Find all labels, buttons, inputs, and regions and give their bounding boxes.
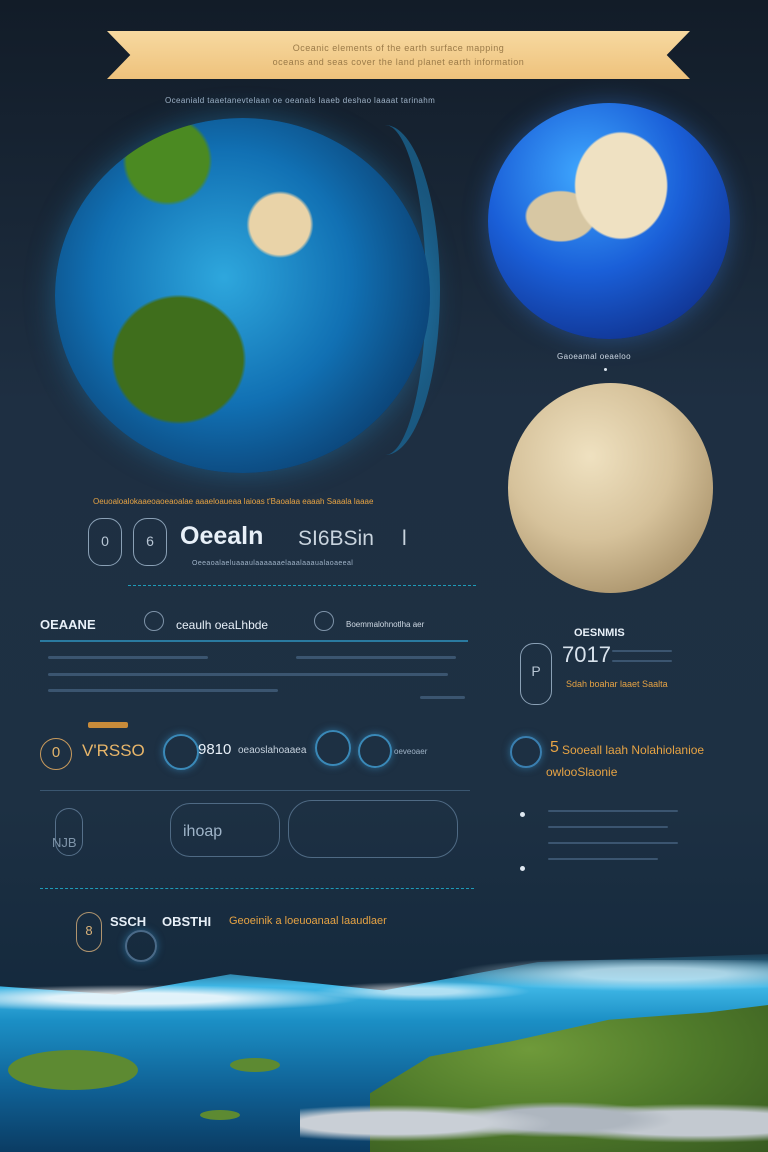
row3-icon-text: 0 xyxy=(51,744,61,761)
bullet-dot xyxy=(520,812,525,817)
stat-small: Sdah boahar laaet Saalta xyxy=(566,679,668,689)
bottom-icon-text: 8 xyxy=(85,923,93,938)
bottom-label-c: Geoeinik a loeuoanaal laaudlaer xyxy=(229,915,387,927)
note-sub: owlooSlaonie xyxy=(546,765,618,779)
row3-label-b: 9810 xyxy=(198,741,232,758)
text-line xyxy=(548,858,658,860)
hero-title-2: SI6BSin xyxy=(298,527,374,550)
hero-small-text: Oeeaoalaeluaaaulaaaaaaelaaalaaaualaoaeea… xyxy=(192,560,354,567)
banner-line-1: Oceanic elements of the earth surface ma… xyxy=(292,43,505,53)
section-label-b: ceaulh oeaLhbde xyxy=(176,618,269,632)
wave-icon[interactable] xyxy=(163,734,199,770)
hero-title: Oeealn xyxy=(180,522,264,550)
earth-globe-small xyxy=(488,103,730,339)
stat-icon-text: P xyxy=(531,663,541,679)
divider-2 xyxy=(40,640,468,642)
text-line xyxy=(548,842,678,844)
row4-label-b: ihoap xyxy=(183,823,223,840)
text-line xyxy=(420,696,465,699)
note-icon[interactable] xyxy=(510,736,542,768)
text-line xyxy=(48,673,448,676)
bottom-globe-icon[interactable] xyxy=(125,930,157,962)
text-line xyxy=(48,656,208,659)
island xyxy=(8,1050,138,1090)
bullet-dot xyxy=(604,368,607,371)
text-line xyxy=(612,660,672,662)
hero-icon-2-text: 6 xyxy=(146,533,154,549)
moon-label: Gaoeamal oeaeloo xyxy=(557,352,632,361)
gold-caption: Oeuoaloalokaaeoaoeaoalae aaaeloaueaa lai… xyxy=(93,497,374,506)
bullet-dot xyxy=(520,866,525,871)
text-line xyxy=(548,810,678,812)
row3-label-c: oeaoslahoaaea xyxy=(238,745,307,756)
note-text: Sooeall laah Nolahiolanioe xyxy=(562,743,705,757)
text-line xyxy=(48,689,278,692)
note-number: 5 xyxy=(550,739,559,756)
text-line xyxy=(612,650,672,652)
stat-icon[interactable]: P xyxy=(520,643,552,705)
row3-label-a: V'RSSO xyxy=(82,741,145,760)
section-label-a: OEAANE xyxy=(40,617,96,632)
divider-1 xyxy=(128,585,476,586)
row3-icon[interactable]: 0 xyxy=(40,738,72,770)
title-banner: Oceanic elements of the earth surface ma… xyxy=(107,31,690,79)
row4-card-2[interactable] xyxy=(288,800,458,858)
bottom-icon[interactable]: 8 xyxy=(76,912,102,952)
moon-globe xyxy=(508,383,713,593)
gold-tag xyxy=(88,722,128,728)
hero-title-2-suffix: l xyxy=(402,527,407,550)
earth-globe-large xyxy=(55,118,430,473)
divider-4 xyxy=(40,888,474,889)
section-label-c: Boemmalohnotlha aer xyxy=(346,620,425,629)
cloud-layer xyxy=(300,1080,768,1152)
text-line xyxy=(296,656,456,659)
globe-icon-2[interactable] xyxy=(315,730,351,766)
text-line xyxy=(548,826,668,828)
row3-label-d: oeveoaer xyxy=(394,747,428,756)
page-subtitle: Oceaniald taaetanevtelaan oe oeanals laa… xyxy=(165,96,436,105)
banner-line-2: oceans and seas cover the land planet ea… xyxy=(272,57,525,67)
hero-icon-1[interactable]: 0 xyxy=(88,518,122,566)
gear-icon[interactable] xyxy=(314,611,334,631)
stat-title: OESNMIS xyxy=(574,627,625,639)
bottom-label-b: OBSTHI xyxy=(162,914,212,929)
row4-label-a: NJB xyxy=(52,835,77,850)
stat-value: 7017 xyxy=(562,642,611,667)
island xyxy=(230,1058,280,1072)
hero-icon-2[interactable]: 6 xyxy=(133,518,167,566)
gear-icon-2[interactable] xyxy=(358,734,392,768)
globe-icon[interactable] xyxy=(144,611,164,631)
hero-icon-1-text: 0 xyxy=(101,533,109,549)
bottom-label-a: SSCH xyxy=(110,914,147,929)
island xyxy=(200,1110,240,1120)
divider-3 xyxy=(40,790,470,791)
